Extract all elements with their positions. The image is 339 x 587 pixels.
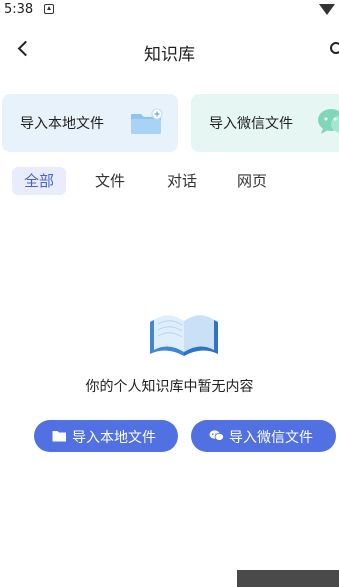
- tab-conversations[interactable]: 对话: [154, 167, 210, 195]
- import-local-card-label: 导入本地文件: [20, 116, 104, 132]
- folder-icon: [52, 431, 66, 442]
- folder-add-icon: [131, 108, 163, 134]
- empty-state-text: 你的个人知识库中暂无内容: [85, 379, 254, 395]
- header: 知识库: [0, 28, 339, 72]
- import-wechat-card-label: 导入微信文件: [209, 116, 293, 132]
- import-wechat-button[interactable]: 导入微信文件: [191, 420, 336, 452]
- import-wechat-button-label: 导入微信文件: [229, 430, 313, 446]
- import-local-card[interactable]: 导入本地文件: [2, 94, 178, 152]
- import-local-button[interactable]: 导入本地文件: [34, 420, 178, 452]
- tab-all[interactable]: 全部: [12, 167, 66, 195]
- wechat-icon: [209, 430, 224, 441]
- import-wechat-card[interactable]: 导入微信文件: [191, 94, 339, 152]
- page-title: 知识库: [144, 45, 195, 65]
- status-time: 5:38: [4, 2, 34, 17]
- knowledge-base-screen: 5:38 知识库 导入本地文件 导入微信文件 全部 文件 对话 网页 你的个人知…: [0, 0, 339, 587]
- status-bar: 5:38: [0, 0, 339, 22]
- open-book-icon: [150, 315, 218, 356]
- notification-icon: [44, 4, 54, 14]
- system-nav-bar: [237, 570, 339, 587]
- search-icon[interactable]: [330, 42, 339, 54]
- import-local-button-label: 导入本地文件: [72, 430, 156, 446]
- tab-files[interactable]: 文件: [82, 167, 138, 195]
- wechat-icon: [318, 109, 339, 134]
- wifi-icon: [319, 4, 335, 15]
- tab-webpages[interactable]: 网页: [224, 167, 280, 195]
